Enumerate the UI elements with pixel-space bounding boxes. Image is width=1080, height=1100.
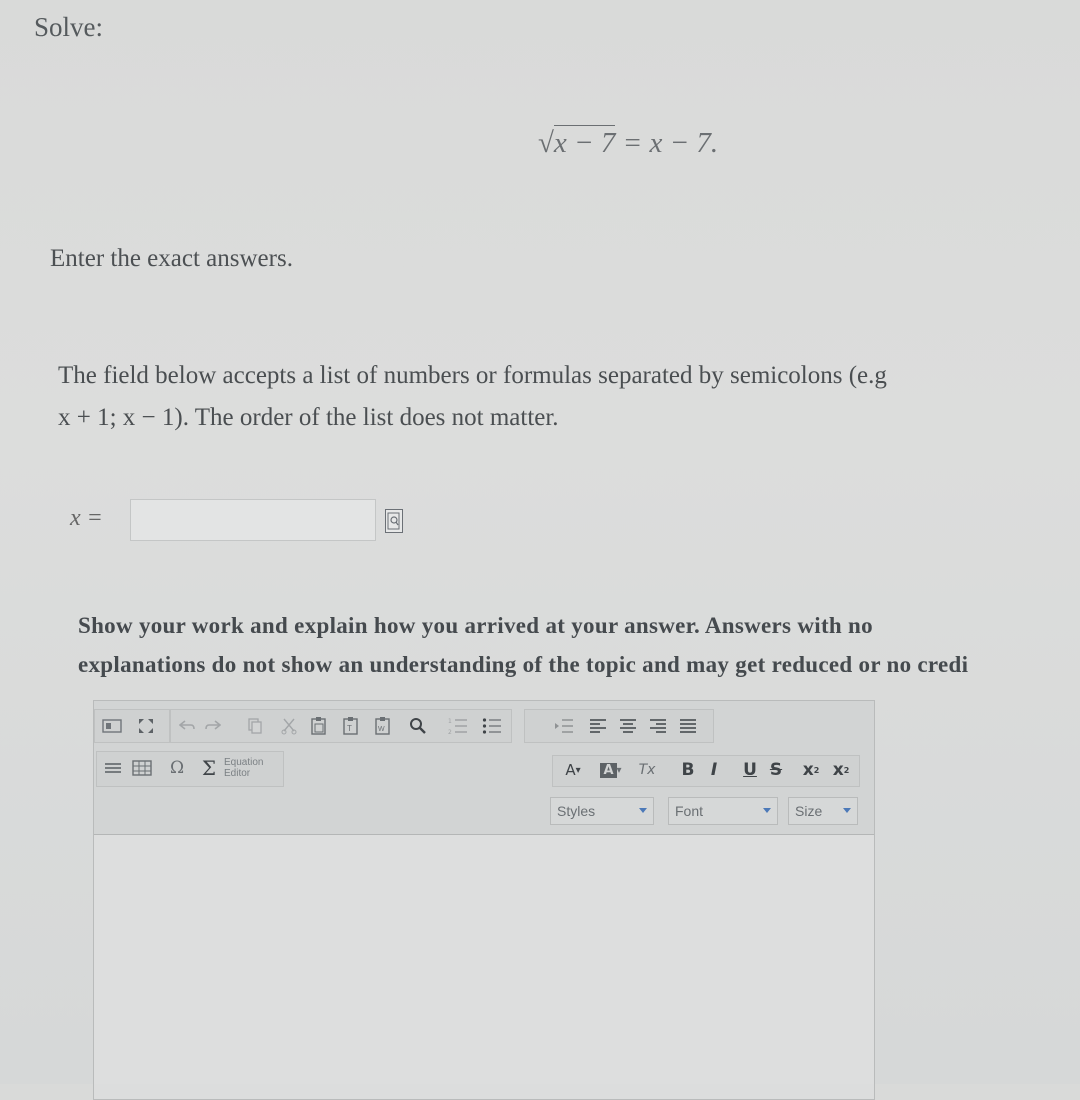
- styles-dropdown[interactable]: Styles: [550, 797, 654, 825]
- font-dropdown[interactable]: Font: [668, 797, 778, 825]
- align-left-icon[interactable]: [586, 713, 610, 739]
- svg-text:T: T: [347, 724, 352, 733]
- justify-icon[interactable]: [676, 713, 700, 739]
- source-icon[interactable]: [100, 713, 124, 739]
- superscript-label: x: [832, 760, 844, 780]
- instruction-text: Enter the exact answers.: [50, 245, 293, 272]
- horizontal-rule-icon[interactable]: [102, 755, 124, 781]
- copy-icon[interactable]: [244, 713, 266, 739]
- paste-icon[interactable]: [308, 713, 330, 739]
- chevron-down-icon: [763, 808, 771, 813]
- table-icon[interactable]: [130, 755, 154, 781]
- font-label: Font: [675, 803, 704, 819]
- equation-rhs: = x − 7.: [615, 127, 719, 159]
- numbered-list-icon[interactable]: 12: [446, 713, 470, 739]
- align-center-icon[interactable]: [616, 713, 640, 739]
- svg-text:1: 1: [448, 718, 452, 725]
- cut-icon[interactable]: [278, 713, 300, 739]
- size-label: Size: [795, 803, 823, 819]
- equation-editor-label-1: Equation: [224, 757, 264, 768]
- svg-text:W: W: [378, 726, 385, 733]
- editor-toolbar: T W 12 Ω Σ Equation Editor A▾ A▾ Tx B: [94, 701, 874, 835]
- svg-text:2: 2: [448, 729, 452, 735]
- remove-format-button[interactable]: Tx: [634, 757, 660, 783]
- underline-button[interactable]: U: [740, 757, 760, 783]
- styles-label: Styles: [557, 803, 596, 819]
- redo-icon[interactable]: [202, 713, 224, 739]
- work-prompt-line2: explanations do not show an understandin…: [78, 652, 969, 677]
- equation-editor-label-2: Editor: [224, 768, 251, 779]
- special-char-button[interactable]: Ω: [166, 755, 188, 781]
- strikethrough-button[interactable]: S: [766, 757, 786, 783]
- paste-text-icon[interactable]: T: [340, 713, 362, 739]
- size-dropdown[interactable]: Size: [788, 797, 858, 825]
- bg-color-button[interactable]: A ▾: [596, 757, 626, 783]
- text-color-icon: A: [565, 761, 576, 779]
- undo-icon[interactable]: [176, 713, 198, 739]
- indent-icon[interactable]: [552, 713, 576, 739]
- solve-label: Solve:: [34, 12, 104, 42]
- chevron-down-icon: [639, 808, 647, 813]
- bulleted-list-icon[interactable]: [480, 713, 504, 739]
- paste-word-icon[interactable]: W: [372, 713, 394, 739]
- equation: √x − 7 = x − 7.: [538, 125, 719, 160]
- answer-input[interactable]: [130, 499, 376, 541]
- find-icon[interactable]: [406, 713, 430, 739]
- sqrt-symbol: √: [538, 127, 554, 159]
- maximize-icon[interactable]: [134, 713, 158, 739]
- bg-color-icon: A: [600, 762, 617, 778]
- field-note: The field below accepts a list of number…: [58, 355, 1080, 439]
- superscript-button[interactable]: x2: [830, 757, 852, 783]
- subscript-label: x: [802, 760, 814, 780]
- italic-button[interactable]: I: [704, 757, 724, 783]
- answer-label: x =: [70, 505, 103, 531]
- editor-content-area[interactable]: [94, 835, 874, 1084]
- work-prompt: Show your work and explain how you arriv…: [78, 606, 1080, 684]
- equation-radicand: x − 7: [553, 125, 616, 159]
- formula-preview-button[interactable]: [385, 509, 403, 533]
- sigma-icon[interactable]: Σ: [198, 755, 220, 781]
- align-right-icon[interactable]: [646, 713, 670, 739]
- formula-preview-icon: [387, 512, 400, 530]
- field-note-line1: The field below accepts a list of number…: [58, 362, 887, 389]
- field-note-line2: x + 1; x − 1). The order of the list doe…: [58, 404, 559, 431]
- text-color-button[interactable]: A ▾: [558, 757, 588, 783]
- chevron-down-icon: [843, 808, 851, 813]
- bold-button[interactable]: B: [678, 757, 698, 783]
- subscript-button[interactable]: x2: [800, 757, 822, 783]
- equation-editor-button[interactable]: Equation Editor: [224, 755, 276, 781]
- work-prompt-line1: Show your work and explain how you arriv…: [78, 613, 873, 638]
